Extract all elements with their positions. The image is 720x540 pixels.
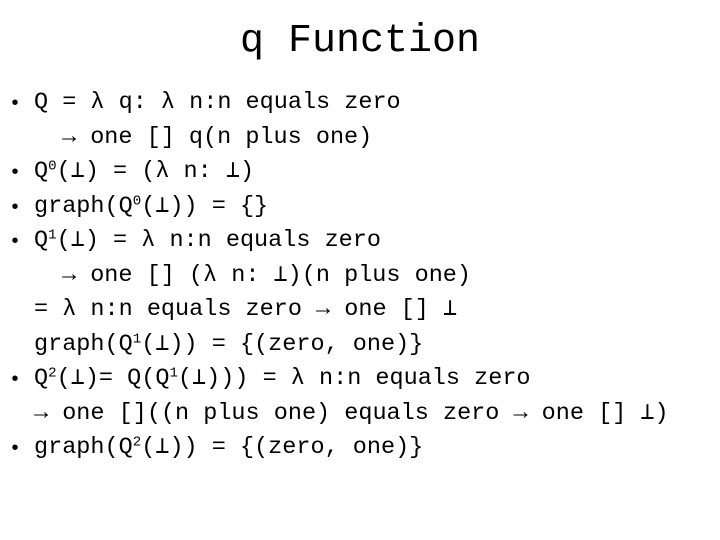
text-segment: (⊥)= Q(Q [56, 365, 170, 392]
bullet-text: graph(Q2(⊥)) = {(zero, one)} [34, 431, 423, 465]
text-segment: graph(Q [34, 434, 133, 461]
text-segment: Q [34, 227, 49, 254]
superscript: 2 [48, 365, 57, 382]
bullet-line: graph(Q1(⊥)) = {(zero, one)} [0, 328, 720, 362]
text-segment: Q [34, 365, 49, 392]
bullet-text: Q1(⊥) = λ n:n equals zero [34, 224, 381, 258]
text-segment: (⊥) = (λ n: ⊥) [56, 158, 255, 185]
bullet-line: • Q = λ q: λ n:n equals zero [0, 86, 720, 120]
bullet-line: → one [] q(n plus one) [0, 121, 720, 155]
bullet-text: Q2(⊥)= Q(Q1(⊥))) = λ n:n equals zero [34, 362, 531, 396]
text-segment: graph(Q [34, 330, 133, 358]
text-segment: graph(Q [34, 192, 133, 220]
bullet-text: → one [] (λ n: ⊥)(n plus one) [62, 259, 471, 293]
superscript: 0 [48, 158, 57, 175]
bullet-text: → one []((n plus one) equals zero → one … [34, 397, 669, 431]
text-segment: Q [34, 158, 49, 185]
bullet-line: → one [] (λ n: ⊥)(n plus one) [0, 259, 720, 293]
bullet-line: • graph(Q2(⊥)) = {(zero, one)} [0, 431, 720, 465]
bullet-marker: • [11, 368, 19, 390]
bullet-text: graph(Q1(⊥)) = {(zero, one)} [34, 328, 423, 362]
bullet-line: • Q2(⊥)= Q(Q1(⊥))) = λ n:n equals zero [0, 362, 720, 396]
bullet-text: Q0(⊥) = (λ n: ⊥) [34, 155, 254, 189]
bullet-marker: • [11, 161, 19, 183]
slide-title: q Function [239, 19, 481, 64]
bullet-text: → one [] q(n plus one) [62, 121, 372, 155]
superscript: 1 [48, 227, 57, 244]
text-segment: (⊥)) = {(zero, one)} [141, 434, 424, 461]
text-segment: (⊥)) = {} [141, 192, 269, 220]
slide: q Function • Q = λ q: λ n:n equals zero → … [0, 0, 720, 540]
text-segment: Q = λ q: λ n:n equals zero [34, 89, 401, 116]
bullet-marker: • [11, 230, 19, 252]
bullet-text: Q = λ q: λ n:n equals zero [34, 86, 401, 120]
bullet-line: = λ n:n equals zero → one [] ⊥ [0, 293, 720, 327]
bullet-marker: • [11, 92, 19, 114]
text-segment: → one [] q(n plus one) [62, 123, 373, 151]
bullet-text: graph(Q0(⊥)) = {} [34, 190, 268, 224]
superscript: 2 [132, 434, 142, 451]
text-segment: (⊥) = λ n:n equals zero [56, 227, 381, 254]
text-segment: → one []((n plus one) equals zero → one … [34, 399, 669, 427]
text-segment: (⊥)) = {(zero, one)} [141, 330, 424, 358]
bullet-line: → one []((n plus one) equals zero → one … [0, 397, 720, 431]
text-segment: (⊥))) = λ n:n equals zero [177, 365, 531, 392]
text-segment: = λ n:n equals zero → one [] ⊥ [34, 296, 458, 323]
bullet-marker: • [11, 437, 19, 459]
bullet-text: = λ n:n equals zero → one [] ⊥ [34, 293, 457, 327]
superscript: 0 [132, 192, 142, 209]
bullet-marker: • [11, 195, 19, 218]
superscript: 1 [169, 365, 178, 382]
bullet-line: • Q0(⊥) = (λ n: ⊥) [0, 155, 720, 189]
superscript: 1 [132, 330, 142, 347]
text-segment: → one [] (λ n: ⊥)(n plus one) [62, 261, 472, 289]
bullet-line: • graph(Q0(⊥)) = {} [0, 190, 720, 224]
bullet-line: • Q1(⊥) = λ n:n equals zero [0, 224, 720, 258]
